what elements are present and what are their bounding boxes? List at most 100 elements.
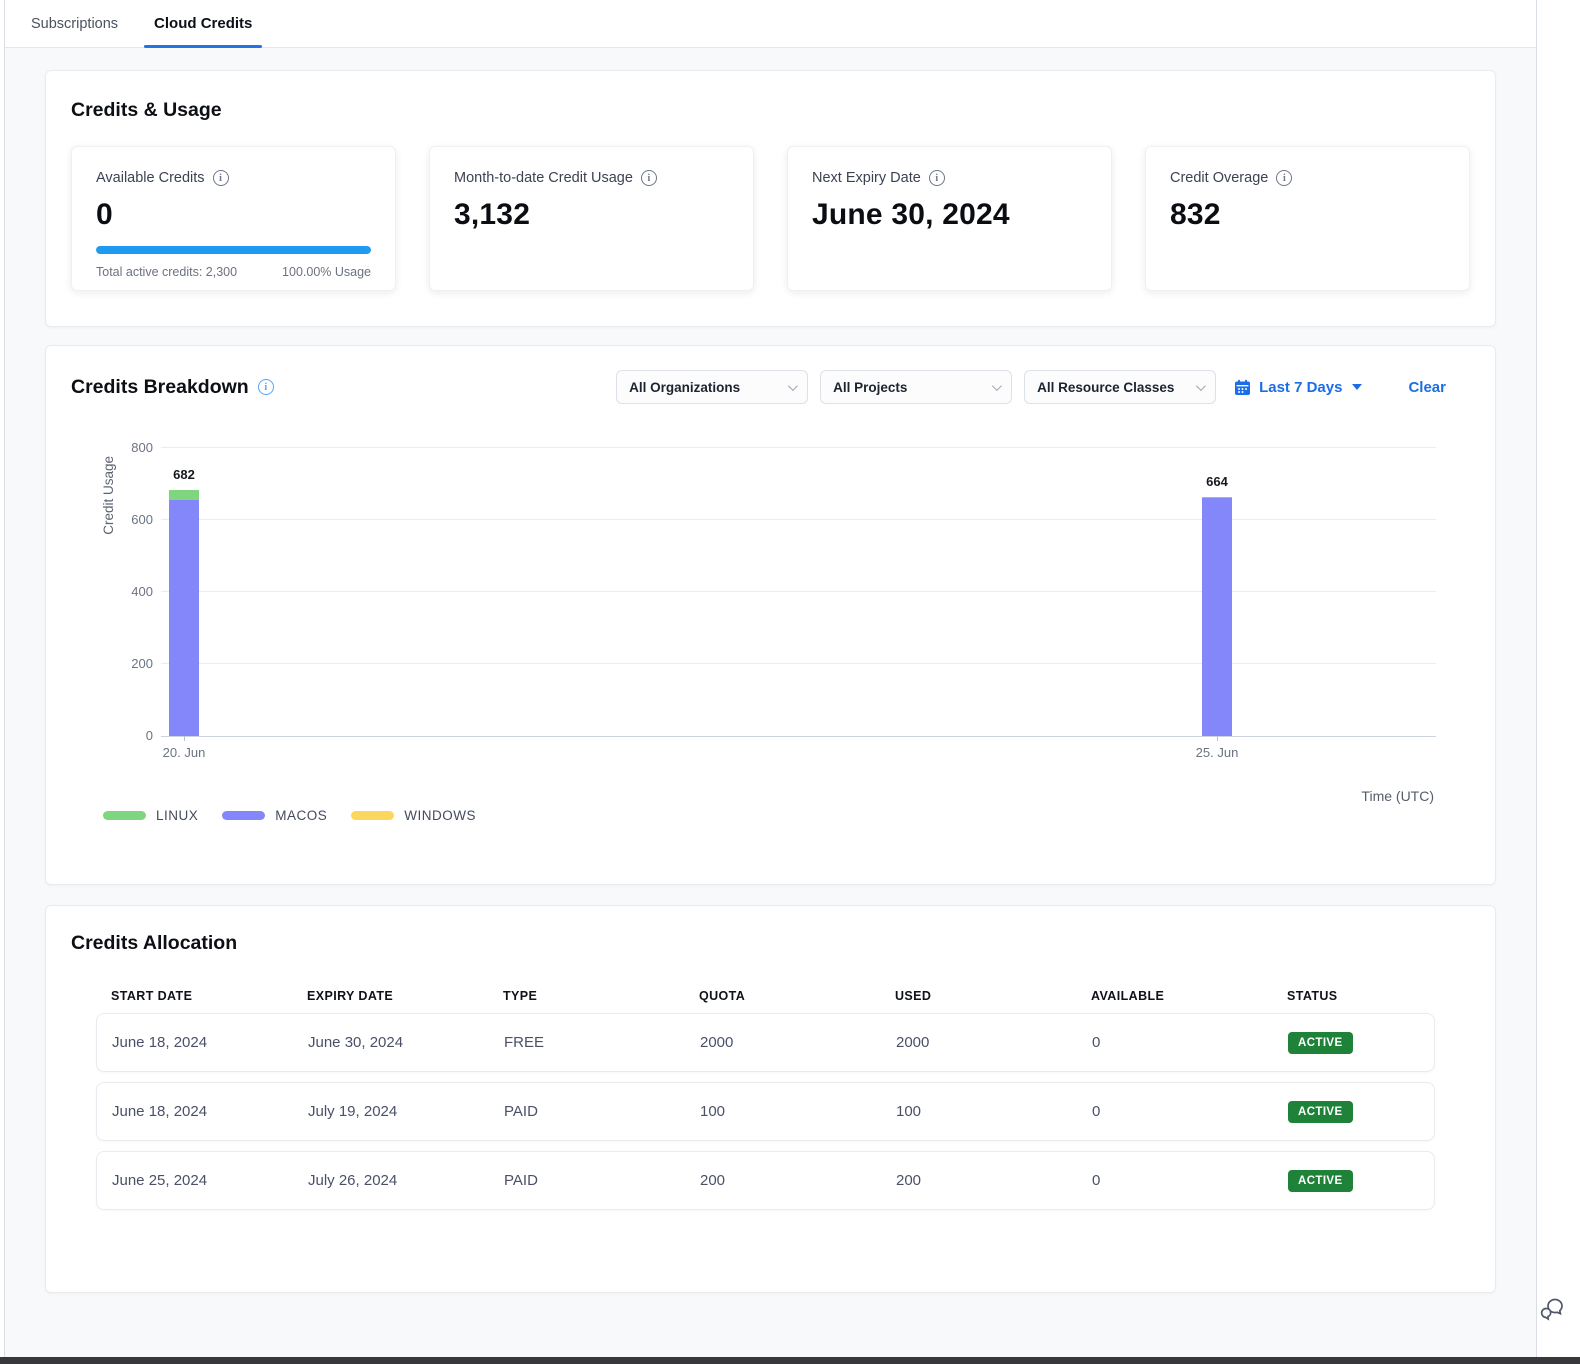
stat-card-available-credits: Available Credits 0 Total active credits… — [71, 146, 396, 291]
table-cell: FREE — [504, 1034, 700, 1051]
legend-item-macos: MACOS — [222, 808, 327, 823]
status-badge: ACTIVE — [1288, 1032, 1353, 1054]
info-icon[interactable] — [258, 379, 274, 395]
resource-classes-filter[interactable]: All Resource Classes — [1024, 370, 1216, 404]
clear-filters-button[interactable]: Clear — [1408, 379, 1446, 396]
chart-gridline — [161, 519, 1436, 520]
table-cell: 0 — [1092, 1172, 1288, 1189]
table-cell: June 18, 2024 — [112, 1034, 308, 1051]
chart-y-tick: 0 — [109, 728, 153, 743]
mtd-usage-value: 3,132 — [454, 198, 729, 232]
tab-subscriptions[interactable]: Subscriptions — [27, 0, 122, 47]
table-cell: July 19, 2024 — [308, 1103, 504, 1120]
date-range-button[interactable]: Last 7 Days — [1234, 379, 1362, 396]
table-cell: 200 — [896, 1172, 1092, 1189]
table-cell: 2000 — [700, 1034, 896, 1051]
allocation-table-header: START DATEEXPIRY DATETYPEQUOTAUSEDAVAILA… — [96, 989, 1435, 1003]
organizations-filter[interactable]: All Organizations — [616, 370, 808, 404]
chevron-down-icon — [992, 381, 1002, 391]
next-expiry-label: Next Expiry Date — [812, 170, 921, 186]
table-cell: 200 — [700, 1172, 896, 1189]
tab-subscriptions-label: Subscriptions — [31, 16, 118, 32]
chart-x-tick-label: 20. Jun — [144, 745, 224, 760]
info-icon[interactable] — [929, 170, 945, 186]
credit-overage-label: Credit Overage — [1170, 170, 1268, 186]
chat-icon — [1537, 1294, 1565, 1322]
chevron-down-icon — [788, 381, 798, 391]
table-cell: 100 — [896, 1103, 1092, 1120]
chart-x-tick-label: 25. Jun — [1177, 745, 1257, 760]
chart-gridline — [161, 663, 1436, 664]
credit-usage-chart: Credit Usage 68220. Jun66425. Jun Time (… — [71, 432, 1470, 804]
bar-value-label: 664 — [1182, 474, 1252, 489]
active-tab-underline — [144, 45, 262, 48]
column-header: STATUS — [1287, 989, 1435, 1003]
available-credits-label: Available Credits — [96, 170, 205, 186]
usage-percent-text: 100.00% Usage — [282, 265, 371, 279]
allocation-table: START DATEEXPIRY DATETYPEQUOTAUSEDAVAILA… — [96, 989, 1435, 1210]
tabbar: Subscriptions Cloud Credits — [5, 0, 1536, 48]
section-credits-breakdown: Credits Breakdown All Organizations All … — [45, 345, 1496, 885]
stat-card-mtd-usage: Month-to-date Credit Usage 3,132 — [429, 146, 754, 291]
chart-plot: 68220. Jun66425. Jun — [161, 448, 1436, 736]
bar-segment-macos — [169, 500, 199, 736]
bar-segment-macos — [1202, 498, 1232, 736]
chart-y-tick: 200 — [109, 656, 153, 671]
chevron-down-icon — [1196, 381, 1206, 391]
stacked-bar[interactable] — [169, 490, 199, 736]
table-cell: 0 — [1092, 1034, 1288, 1051]
credits-allocation-title: Credits Allocation — [71, 932, 1470, 955]
chart-gridline — [161, 736, 1436, 737]
main-content: Credits & Usage Available Credits 0 Tota… — [5, 48, 1536, 1293]
table-cell: 100 — [700, 1103, 896, 1120]
info-icon[interactable] — [213, 170, 229, 186]
table-row: June 18, 2024July 19, 2024PAID1001000ACT… — [96, 1082, 1435, 1141]
column-header: QUOTA — [699, 989, 895, 1003]
table-cell: PAID — [504, 1172, 700, 1189]
table-cell: June 30, 2024 — [308, 1034, 504, 1051]
window-bottom-edge — [0, 1357, 1580, 1364]
calendar-icon — [1234, 379, 1251, 396]
chart-gridline — [161, 447, 1436, 448]
chart-y-tick: 600 — [109, 512, 153, 527]
mtd-usage-label: Month-to-date Credit Usage — [454, 170, 633, 186]
stat-card-row: Available Credits 0 Total active credits… — [71, 146, 1470, 291]
credits-progress-fill — [96, 246, 371, 254]
credits-breakdown-title: Credits Breakdown — [71, 376, 249, 399]
chart-gridline — [161, 591, 1436, 592]
column-header: START DATE — [111, 989, 307, 1003]
stat-card-next-expiry: Next Expiry Date June 30, 2024 — [787, 146, 1112, 291]
table-cell: PAID — [504, 1103, 700, 1120]
section-credits-usage: Credits & Usage Available Credits 0 Tota… — [45, 70, 1496, 327]
bar-value-label: 682 — [149, 467, 219, 482]
table-cell: 2000 — [896, 1034, 1092, 1051]
total-active-credits-text: Total active credits: 2,300 — [96, 265, 237, 279]
legend-swatch — [222, 811, 265, 820]
page: Subscriptions Cloud Credits Credits & Us… — [4, 0, 1537, 1357]
projects-filter[interactable]: All Projects — [820, 370, 1012, 404]
tab-cloud-credits-label: Cloud Credits — [154, 15, 252, 32]
organizations-filter-label: All Organizations — [629, 380, 740, 395]
chat-widget-button[interactable] — [1536, 1294, 1566, 1324]
column-header: USED — [895, 989, 1091, 1003]
available-credits-value: 0 — [96, 198, 371, 232]
legend-swatch — [351, 811, 394, 820]
legend-item-windows: WINDOWS — [351, 808, 476, 823]
next-expiry-value: June 30, 2024 — [812, 198, 1087, 232]
stacked-bar[interactable] — [1202, 497, 1232, 736]
chart-x-tick-mark — [1217, 736, 1218, 741]
credit-overage-value: 832 — [1170, 198, 1445, 232]
chart-legend: LINUX MACOS WINDOWS — [103, 808, 1470, 823]
info-icon[interactable] — [641, 170, 657, 186]
table-cell: 0 — [1092, 1103, 1288, 1120]
tab-cloud-credits[interactable]: Cloud Credits — [150, 0, 256, 47]
credits-progress-bar — [96, 246, 371, 254]
date-range-label: Last 7 Days — [1259, 379, 1342, 396]
legend-swatch — [103, 811, 146, 820]
bar-segment-linux — [169, 490, 199, 500]
chart-x-axis-label: Time (UTC) — [1361, 788, 1434, 804]
info-icon[interactable] — [1276, 170, 1292, 186]
chart-y-tick: 400 — [109, 584, 153, 599]
caret-down-icon — [1352, 384, 1362, 390]
column-header: TYPE — [503, 989, 699, 1003]
